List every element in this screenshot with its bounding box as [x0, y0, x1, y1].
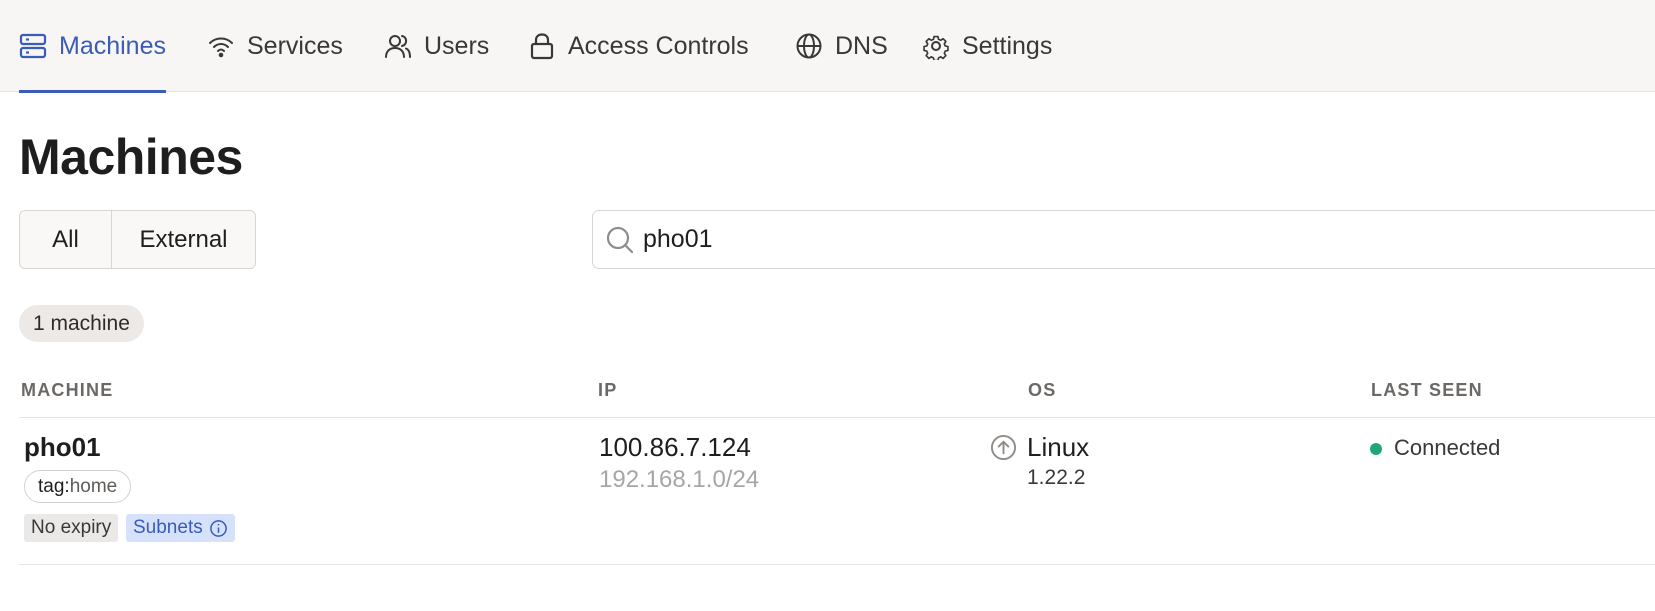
tag-key: tag: [38, 475, 70, 497]
nav-item-users[interactable]: Users [384, 0, 489, 92]
info-icon [209, 519, 227, 537]
table-row-divider [19, 564, 1655, 565]
nav-item-dns[interactable]: DNS [795, 0, 888, 92]
nav-item-machines[interactable]: Machines [19, 0, 166, 93]
tag-pill: tag: home [24, 470, 132, 503]
filter-all-button[interactable]: All [20, 211, 112, 268]
column-header-os[interactable]: OS [1028, 380, 1056, 401]
subnets-badge[interactable]: Subnets [126, 514, 235, 542]
machine-ip[interactable]: 100.86.7.124 [599, 432, 751, 463]
globe-icon [796, 33, 822, 59]
nav-item-services[interactable]: Services [207, 0, 343, 92]
column-header-machine[interactable]: MACHINE [21, 380, 113, 401]
nav-item-settings[interactable]: Settings [922, 0, 1052, 92]
table-header-divider [19, 417, 1655, 418]
nav-label-services: Services [247, 31, 343, 60]
tag-value: home [69, 475, 118, 497]
subnets-badge-label: Subnets [133, 517, 203, 538]
server-icon [19, 33, 47, 59]
machine-os: Linux [1027, 432, 1090, 462]
nav-label-machines: Machines [59, 31, 166, 60]
lock-icon [530, 33, 554, 60]
nav-item-access-controls[interactable]: Access Controls [528, 0, 749, 92]
nav-label-dns: DNS [835, 31, 888, 60]
machine-filter: All External [19, 210, 256, 269]
machine-name[interactable]: pho01 [24, 432, 101, 463]
page-title: Machines [19, 129, 243, 185]
nav-label-users: Users [424, 31, 490, 60]
top-nav: Machines Services Users Access Controls … [0, 0, 1655, 93]
nav-label-settings: Settings [962, 31, 1053, 60]
gear-icon [923, 35, 949, 60]
column-header-last-seen[interactable]: LAST SEEN [1371, 380, 1483, 401]
update-available-icon[interactable] [990, 434, 1017, 461]
wifi-icon [209, 37, 233, 58]
search-box [592, 210, 1655, 269]
machine-subnet: 192.168.1.0/24 [599, 466, 760, 493]
filter-external-button[interactable]: External [112, 211, 255, 268]
search-icon [606, 226, 634, 253]
machine-count-badge: 1 machine [19, 305, 144, 342]
connected-status-dot [1370, 443, 1382, 455]
last-seen-status: Connected [1394, 435, 1501, 460]
users-icon [385, 35, 411, 58]
search-input[interactable] [643, 225, 1543, 254]
column-header-ip[interactable]: IP [598, 380, 617, 401]
nav-label-access-controls: Access Controls [568, 31, 749, 60]
machine-os-version: 1.22.2 [1027, 466, 1086, 489]
no-expiry-badge: No expiry [24, 514, 119, 542]
